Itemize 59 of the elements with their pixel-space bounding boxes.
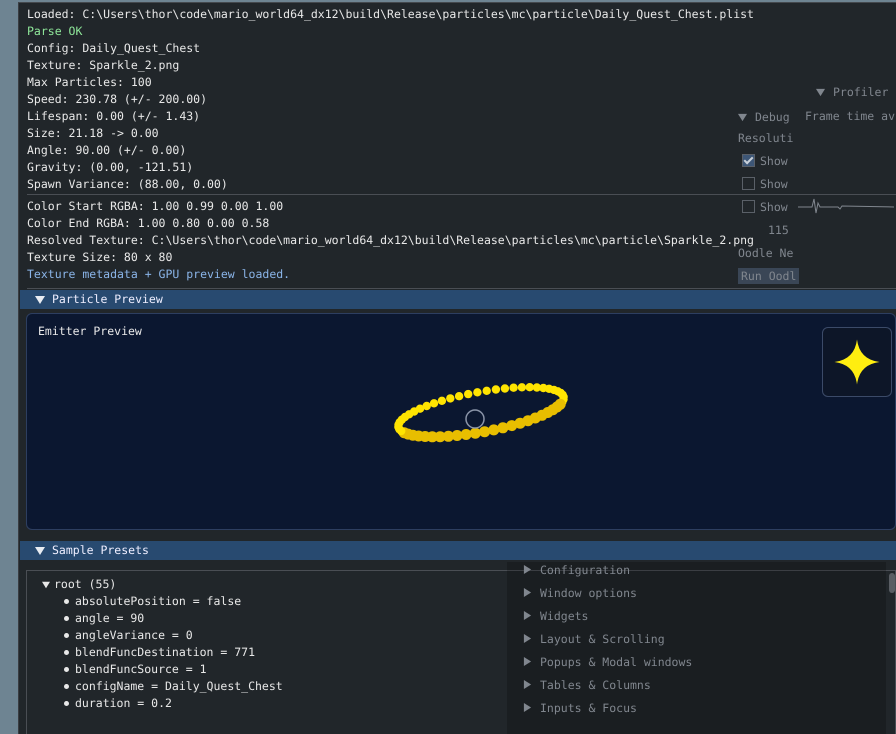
bullet-icon bbox=[64, 599, 69, 604]
section-title: Sample Presets bbox=[52, 542, 149, 559]
info-line: Texture Size: 80 x 80 bbox=[27, 249, 172, 266]
tree-leaf[interactable]: blendFuncSource = 1 bbox=[75, 661, 207, 678]
tree-leaf[interactable]: blendFuncDestination = 771 bbox=[75, 644, 256, 661]
emitter-marker-icon bbox=[465, 409, 485, 429]
label-text: Resoluti bbox=[738, 130, 794, 144]
checkbox-label: Show bbox=[760, 200, 788, 214]
caret-icon[interactable] bbox=[35, 294, 45, 304]
tree-leaf[interactable]: configName = Daily_Quest_Chest bbox=[75, 678, 283, 695]
bullet-icon bbox=[64, 616, 69, 621]
scrollbar-thumb[interactable] bbox=[889, 573, 895, 593]
info-line: Texture metadata + GPU preview loaded. bbox=[27, 266, 290, 283]
tree-leaf[interactable]: absolutePosition = false bbox=[75, 593, 242, 610]
info-line: Config: Daily_Quest_Chest bbox=[27, 40, 200, 57]
tree-leaf[interactable]: angle = 90 bbox=[75, 610, 144, 627]
tree-item[interactable]: Tables & Columns bbox=[540, 678, 651, 692]
info-line: Texture: Sparkle_2.png bbox=[27, 57, 180, 74]
label-text: Oodle Ne bbox=[738, 246, 794, 260]
checkbox[interactable] bbox=[742, 154, 755, 167]
tree-item[interactable]: Window options bbox=[540, 586, 637, 600]
tree-leaf[interactable]: angleVariance = 0 bbox=[75, 627, 193, 644]
tree-item[interactable]: Configuration bbox=[540, 562, 630, 576]
bullet-icon bbox=[64, 701, 69, 706]
bullet-icon bbox=[64, 650, 69, 655]
window-title: Profiler bbox=[833, 85, 888, 99]
section-header[interactable]: Particle Preview bbox=[20, 290, 896, 309]
info-line: Color End RGBA: 1.00 0.80 0.00 0.58 bbox=[27, 215, 270, 232]
tree-node[interactable]: root (55) bbox=[54, 576, 116, 593]
info-line: Spawn Variance: (88.00, 0.00) bbox=[27, 176, 228, 193]
section-header[interactable]: Sample Presets bbox=[20, 541, 896, 560]
info-line: Loaded: C:\Users\thor\code\mario_world64_dx12\build\Release\particles\mc\particle\Daily_Quest_Chest.plist bbox=[27, 6, 754, 23]
checkbox-label: Show bbox=[760, 154, 788, 168]
window-title: Debug bbox=[755, 110, 790, 124]
info-line: Size: 21.18 -> 0.00 bbox=[27, 125, 159, 142]
tree-leaf[interactable]: duration = 0.2 bbox=[75, 695, 172, 712]
checkbox[interactable] bbox=[742, 200, 755, 213]
info-line: Lifespan: 0.00 (+/- 1.43) bbox=[27, 108, 200, 125]
info-line: Color Start RGBA: 1.00 0.99 0.00 1.00 bbox=[27, 198, 284, 215]
bullet-icon bbox=[64, 667, 69, 672]
tree-item[interactable]: Inputs & Focus bbox=[540, 700, 637, 714]
checkbox[interactable] bbox=[742, 177, 755, 190]
caret-icon[interactable] bbox=[35, 546, 45, 556]
caret-icon[interactable] bbox=[42, 580, 50, 588]
frame-time-label: Frame time av bbox=[805, 109, 896, 123]
info-line: Max Particles: 100 bbox=[27, 74, 152, 91]
tree-item[interactable]: Popups & Modal windows bbox=[540, 654, 692, 668]
tree-item[interactable]: Widgets bbox=[540, 608, 588, 622]
bullet-icon bbox=[64, 684, 69, 689]
section-title: Particle Preview bbox=[52, 291, 163, 308]
tree-item[interactable]: Layout & Scrolling bbox=[540, 632, 665, 646]
preview-label: Emitter Preview bbox=[38, 324, 142, 338]
info-line: Gravity: (0.00, -121.51) bbox=[27, 159, 194, 176]
bullet-icon bbox=[64, 633, 69, 638]
info-line: Angle: 90.00 (+/- 0.00) bbox=[27, 142, 186, 159]
checkbox-label: Show bbox=[760, 176, 788, 190]
info-line: Speed: 230.78 (+/- 200.00) bbox=[27, 91, 208, 108]
info-line: Parse OK bbox=[27, 23, 82, 40]
info-line: Resolved Texture: C:\Users\thor\code\mario_world64_dx12\build\Release\particles\mc\particle\Sparkle_2.png bbox=[27, 232, 754, 248]
